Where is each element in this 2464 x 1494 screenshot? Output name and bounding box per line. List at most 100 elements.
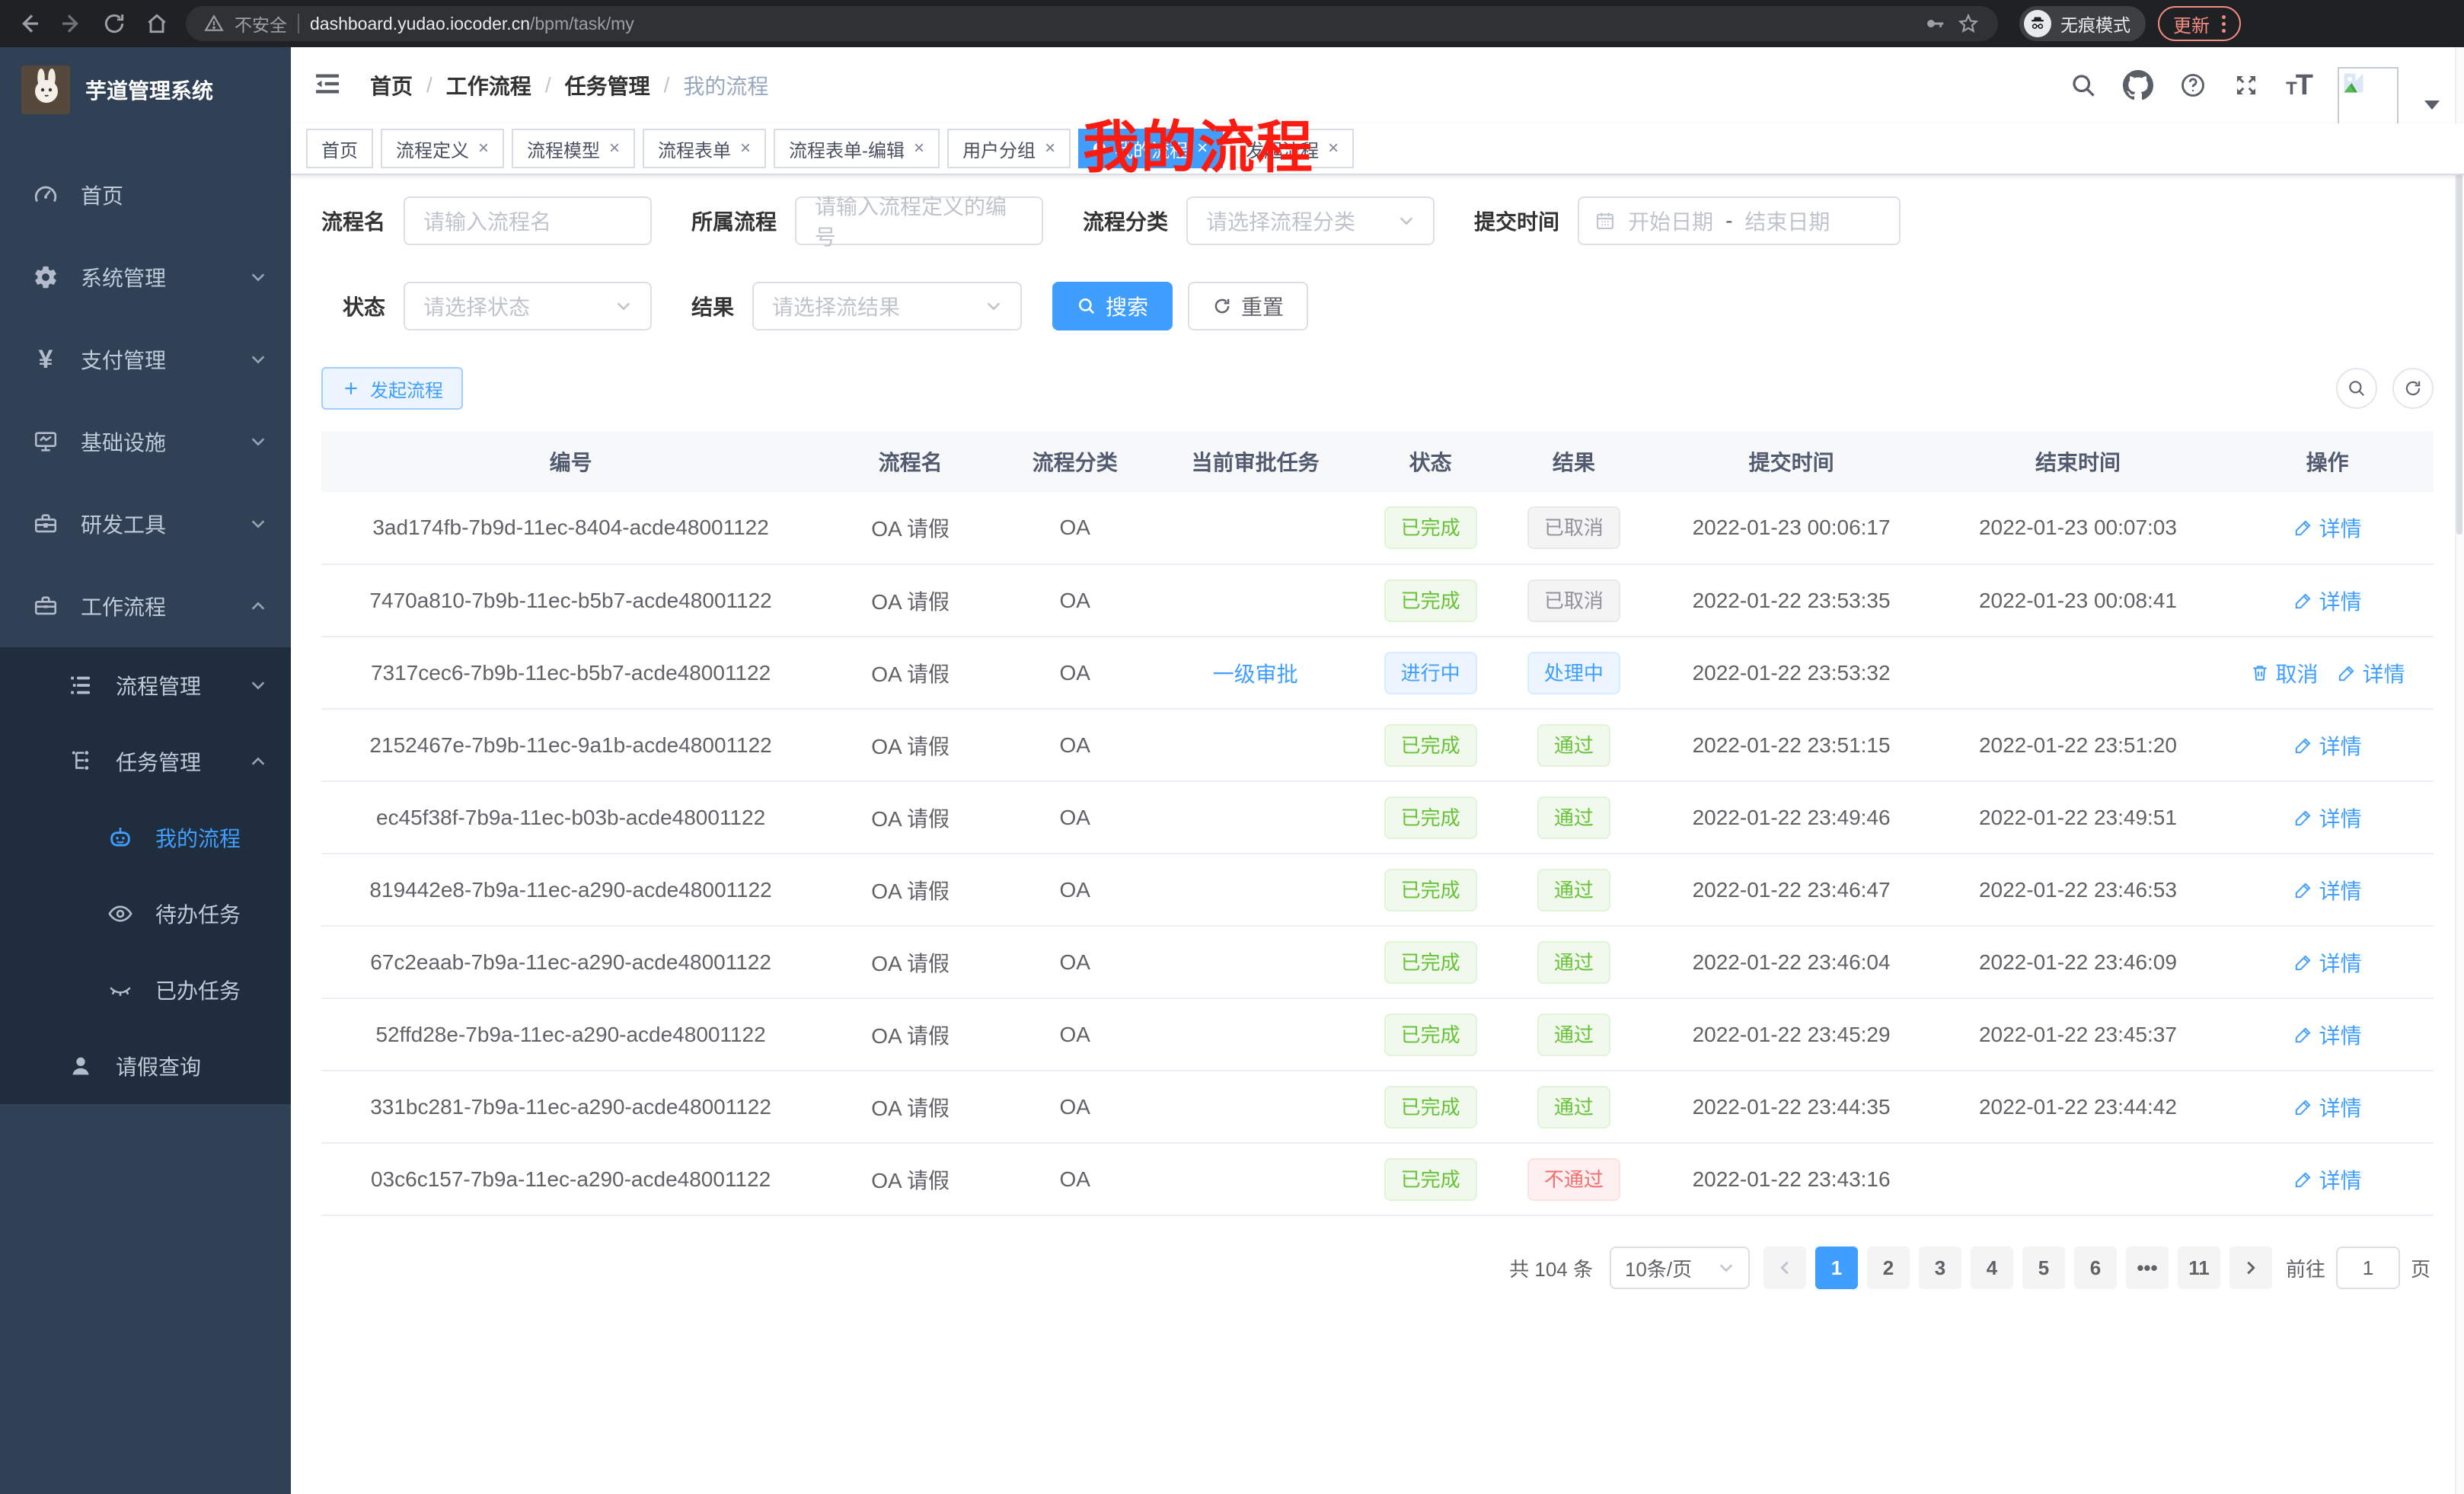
- refresh-icon[interactable]: [2392, 368, 2434, 409]
- process-name-input[interactable]: 请输入流程名: [404, 196, 652, 245]
- process-category-cell: OA: [1001, 926, 1149, 998]
- close-icon[interactable]: ×: [740, 139, 751, 158]
- help-icon[interactable]: [2179, 72, 2207, 99]
- detail-action[interactable]: 详情: [2293, 947, 2362, 978]
- detail-action[interactable]: 详情: [2293, 875, 2362, 905]
- close-icon[interactable]: ×: [1328, 139, 1339, 158]
- page-button-1[interactable]: 1: [1815, 1247, 1858, 1289]
- result-badge: 已取消: [1527, 506, 1620, 549]
- process-category-select[interactable]: 请选择流程分类: [1186, 196, 1435, 245]
- table-row: 3ad174fb-7b9d-11ec-8404-acde48001122OA 请…: [321, 492, 2434, 564]
- breadcrumb-workflow[interactable]: 工作流程: [446, 70, 531, 101]
- sidebar-item-payment[interactable]: ¥ 支付管理: [0, 318, 291, 401]
- detail-action[interactable]: 详情: [2337, 658, 2405, 688]
- end-date-placeholder: 结束日期: [1744, 206, 1830, 236]
- address-bar[interactable]: 不安全 dashboard.yudao.iocoder.cn/bpm/task/…: [186, 6, 1998, 41]
- sidebar-item-system[interactable]: 系统管理: [0, 236, 291, 318]
- tag-process-model[interactable]: 流程模型×: [512, 129, 635, 168]
- sidebar-item-todo-tasks[interactable]: 待办任务: [0, 876, 291, 952]
- current-task-cell: [1149, 564, 1361, 637]
- tag-home[interactable]: 首页: [306, 129, 373, 168]
- key-icon[interactable]: [1923, 12, 1946, 35]
- page-button-2[interactable]: 2: [1867, 1247, 1910, 1289]
- page-size-select[interactable]: 10条/页: [1610, 1247, 1750, 1289]
- process-id-cell: 2152467e-7b9b-11ec-9a1b-acde48001122: [321, 709, 820, 781]
- sidebar-item-infra[interactable]: 基础设施: [0, 401, 291, 483]
- process-definition-input[interactable]: 请输入流程定义的编号: [795, 196, 1043, 245]
- sidebar-item-home[interactable]: 首页: [0, 154, 291, 236]
- more-pages-button[interactable]: •••: [2126, 1247, 2169, 1289]
- close-icon[interactable]: ×: [609, 139, 620, 158]
- avatar[interactable]: [2338, 67, 2399, 128]
- detail-action[interactable]: 详情: [2293, 730, 2362, 761]
- status-badge: 已完成: [1384, 1158, 1477, 1201]
- start-process-button[interactable]: 发起流程: [321, 367, 463, 410]
- browser-menu-icon[interactable]: [2222, 15, 2226, 33]
- breadcrumb-task-mgmt[interactable]: 任务管理: [565, 70, 650, 101]
- detail-action[interactable]: 详情: [2293, 512, 2362, 543]
- submit-time-range-picker[interactable]: 开始日期 - 结束日期: [1578, 196, 1901, 245]
- app-logo-row[interactable]: 芋道管理系统: [0, 47, 291, 132]
- detail-action[interactable]: 详情: [2293, 586, 2362, 616]
- breadcrumb-home[interactable]: 首页: [370, 70, 413, 101]
- sidebar-toggle-icon[interactable]: [312, 69, 346, 102]
- scrollbar-thumb[interactable]: [2456, 139, 2462, 535]
- page-button-4[interactable]: 4: [1971, 1247, 2013, 1289]
- detail-action[interactable]: 详情: [2293, 1020, 2362, 1050]
- cancel-action[interactable]: 取消: [2250, 658, 2319, 688]
- detail-action[interactable]: 详情: [2293, 803, 2362, 833]
- tag-process-form-edit[interactable]: 流程表单-编辑×: [774, 129, 940, 168]
- sidebar-item-label: 系统管理: [81, 262, 166, 292]
- goto-page-input[interactable]: 1: [2336, 1247, 2400, 1289]
- actions-cell: 详情: [2221, 709, 2434, 781]
- tag-process-definition[interactable]: 流程定义×: [381, 129, 504, 168]
- process-id-cell: 331bc281-7b9a-11ec-a290-acde48001122: [321, 1071, 820, 1143]
- sidebar-item-done-tasks[interactable]: 已办任务: [0, 952, 291, 1028]
- home-icon[interactable]: [143, 10, 171, 37]
- tag-process-form[interactable]: 流程表单×: [643, 129, 766, 168]
- result-select[interactable]: 请选择流结果: [752, 282, 1022, 330]
- prev-page-button: [1763, 1247, 1806, 1289]
- page-scrollbar[interactable]: [2455, 47, 2464, 1494]
- sidebar-item-my-process[interactable]: 我的流程: [0, 800, 291, 876]
- table-row: ec45f38f-7b9a-11ec-b03b-acde48001122OA 请…: [321, 781, 2434, 854]
- sidebar-item-process-mgmt[interactable]: 流程管理: [0, 647, 291, 723]
- status-cell: 已完成: [1361, 492, 1499, 564]
- header-search-icon[interactable]: [2070, 72, 2097, 99]
- detail-action[interactable]: 详情: [2293, 1164, 2362, 1195]
- chevron-down-icon: [985, 298, 1002, 314]
- sidebar-item-task-mgmt[interactable]: 任务管理: [0, 723, 291, 800]
- reload-icon[interactable]: [101, 10, 128, 37]
- next-page-button[interactable]: [2229, 1247, 2272, 1289]
- close-icon[interactable]: ×: [478, 139, 489, 158]
- sidebar-item-devtools[interactable]: 研发工具: [0, 483, 291, 565]
- fullscreen-icon[interactable]: [2233, 72, 2260, 99]
- show-search-icon[interactable]: [2336, 368, 2377, 409]
- range-separator: -: [1725, 209, 1732, 233]
- back-icon[interactable]: [15, 10, 43, 37]
- bookmark-star-icon[interactable]: [1957, 12, 1980, 35]
- process-id-cell: 3ad174fb-7b9d-11ec-8404-acde48001122: [321, 492, 820, 564]
- update-button[interactable]: 更新: [2158, 6, 2241, 41]
- status-badge: 已完成: [1384, 506, 1477, 549]
- close-icon[interactable]: ×: [1045, 139, 1055, 158]
- close-icon[interactable]: ×: [914, 139, 924, 158]
- avatar-caret-icon[interactable]: [2424, 101, 2440, 110]
- table-row: 2152467e-7b9b-11ec-9a1b-acde48001122OA 请…: [321, 709, 2434, 781]
- page-button-11[interactable]: 11: [2178, 1247, 2220, 1289]
- tag-user-group[interactable]: 用户分组×: [947, 129, 1071, 168]
- forward-icon[interactable]: [58, 10, 85, 37]
- reset-button[interactable]: 重置: [1188, 282, 1308, 330]
- font-size-icon[interactable]: TT: [2286, 69, 2312, 102]
- task-link[interactable]: 一级审批: [1213, 658, 1298, 688]
- sidebar-item-workflow[interactable]: 工作流程: [0, 565, 291, 647]
- page-button-5[interactable]: 5: [2022, 1247, 2065, 1289]
- status-select[interactable]: 请选择状态: [404, 282, 652, 330]
- sidebar-item-leave-query[interactable]: 请假查询: [0, 1028, 291, 1104]
- page-button-3[interactable]: 3: [1919, 1247, 1961, 1289]
- github-icon[interactable]: [2123, 70, 2153, 101]
- process-id-cell: ec45f38f-7b9a-11ec-b03b-acde48001122: [321, 781, 820, 854]
- search-button[interactable]: 搜索: [1052, 282, 1173, 330]
- page-button-6[interactable]: 6: [2074, 1247, 2117, 1289]
- detail-action[interactable]: 详情: [2293, 1092, 2362, 1122]
